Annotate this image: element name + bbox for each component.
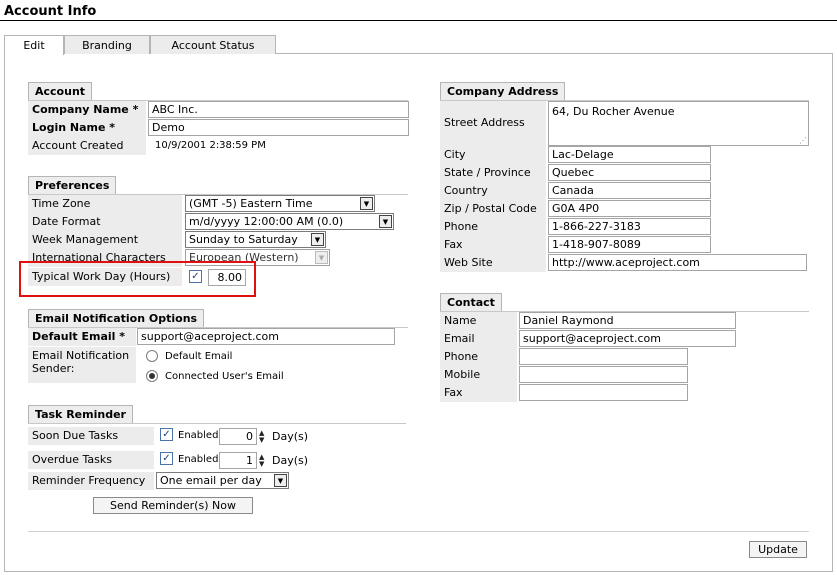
login-name-input[interactable]: Demo bbox=[148, 119, 409, 136]
contact-name-input[interactable]: Daniel Raymond bbox=[519, 312, 736, 329]
date-format-label: Date Format bbox=[28, 213, 182, 231]
overdue-checkbox[interactable]: ✓ bbox=[160, 452, 173, 465]
state-input[interactable]: Quebec bbox=[548, 164, 711, 181]
title-divider bbox=[0, 20, 837, 21]
spinner-icon[interactable]: ▲ ▼ bbox=[259, 454, 267, 468]
soon-due-label: Soon Due Tasks bbox=[28, 427, 154, 445]
soon-due-checkbox[interactable]: ✓ bbox=[160, 428, 173, 441]
contact-section-header: Contact bbox=[440, 293, 502, 311]
time-zone-select[interactable]: (GMT -5) Eastern Time ▼ bbox=[185, 195, 375, 212]
date-format-value: m/d/yyyy 12:00:00 AM (0.0) bbox=[189, 215, 344, 228]
overdue-enabled-label: Enabled bbox=[178, 454, 219, 465]
overdue-label: Overdue Tasks bbox=[28, 451, 154, 469]
spinner-icon[interactable]: ▲ ▼ bbox=[259, 430, 267, 444]
overdue-unit: Day(s) bbox=[272, 454, 309, 467]
resize-grip-icon[interactable]: ⋰ bbox=[799, 136, 807, 145]
default-email-label: Default Email * bbox=[28, 328, 136, 346]
contact-mobile-input[interactable] bbox=[519, 366, 688, 383]
tab-branding[interactable]: Branding bbox=[64, 35, 150, 54]
account-created-value: 10/9/2001 2:38:59 PM bbox=[155, 140, 266, 151]
send-reminders-button[interactable]: Send Reminder(s) Now bbox=[93, 497, 253, 514]
city-label: City bbox=[440, 146, 546, 164]
contact-email-label: Email bbox=[440, 330, 517, 348]
week-management-label: Week Management bbox=[28, 231, 182, 249]
fax-label: Fax bbox=[440, 236, 546, 254]
city-input[interactable]: Lac-Delage bbox=[548, 146, 711, 163]
highlight-box bbox=[19, 261, 256, 297]
default-email-input[interactable]: support@aceproject.com bbox=[137, 328, 395, 345]
state-label: State / Province bbox=[440, 164, 546, 182]
time-zone-label: Time Zone bbox=[28, 195, 182, 213]
contact-phone-input[interactable] bbox=[519, 348, 688, 365]
reminder-frequency-label: Reminder Frequency bbox=[28, 472, 154, 490]
contact-name-label: Name bbox=[440, 312, 517, 330]
street-address-label: Street Address bbox=[440, 101, 546, 146]
account-created-label: Account Created bbox=[28, 137, 146, 155]
chevron-down-icon: ▼ bbox=[315, 251, 328, 264]
preferences-section-header: Preferences bbox=[28, 176, 117, 194]
week-management-select[interactable]: Sunday to Saturday ▼ bbox=[185, 231, 326, 248]
contact-mobile-label: Mobile bbox=[440, 366, 517, 384]
time-zone-value: (GMT -5) Eastern Time bbox=[189, 197, 313, 210]
page-title: Account Info bbox=[4, 4, 97, 19]
soon-due-enabled-label: Enabled bbox=[178, 430, 219, 441]
web-site-label: Web Site bbox=[440, 254, 546, 272]
company-name-input[interactable]: ABC Inc. bbox=[148, 101, 409, 118]
tab-account-status[interactable]: Account Status bbox=[150, 35, 276, 54]
sender-label: Email Notification Sender: bbox=[28, 347, 136, 383]
sender-connected-label: Connected User's Email bbox=[165, 371, 284, 382]
sender-default-label: Default Email bbox=[165, 351, 233, 362]
soon-due-days-input[interactable]: 0 bbox=[219, 428, 257, 445]
web-site-input[interactable]: http://www.aceproject.com bbox=[548, 254, 807, 271]
fax-input[interactable]: 1-418-907-8089 bbox=[548, 236, 711, 253]
footer-divider bbox=[28, 531, 809, 532]
chevron-down-icon[interactable]: ▼ bbox=[311, 233, 324, 246]
country-input[interactable]: Canada bbox=[548, 182, 711, 199]
contact-fax-input[interactable] bbox=[519, 384, 688, 401]
week-management-value: Sunday to Saturday bbox=[189, 233, 298, 246]
sender-default-radio[interactable] bbox=[146, 350, 158, 362]
soon-due-unit: Day(s) bbox=[272, 430, 309, 443]
address-section-header: Company Address bbox=[440, 82, 566, 100]
chevron-down-icon[interactable]: ▼ bbox=[274, 474, 287, 487]
chevron-down-icon[interactable]: ▼ bbox=[379, 215, 392, 228]
country-label: Country bbox=[440, 182, 546, 200]
zip-input[interactable]: G0A 4P0 bbox=[548, 200, 711, 217]
chevron-down-icon[interactable]: ▼ bbox=[360, 197, 373, 210]
street-address-textarea[interactable]: 64, Du Rocher Avenue ⋰ bbox=[548, 101, 809, 146]
contact-phone-label: Phone bbox=[440, 348, 517, 366]
overdue-days-input[interactable]: 1 bbox=[219, 452, 257, 469]
email-section-header: Email Notification Options bbox=[28, 309, 205, 327]
company-name-label: Company Name * bbox=[28, 101, 146, 119]
account-section-header: Account bbox=[28, 82, 93, 100]
reminder-frequency-value: One email per day bbox=[160, 474, 262, 487]
contact-email-input[interactable]: support@aceproject.com bbox=[519, 330, 736, 347]
contact-fax-label: Fax bbox=[440, 384, 517, 402]
date-format-select[interactable]: m/d/yyyy 12:00:00 AM (0.0) ▼ bbox=[185, 213, 394, 230]
reminder-section-header: Task Reminder bbox=[28, 405, 133, 423]
tab-edit[interactable]: Edit bbox=[4, 35, 64, 55]
sender-label-line-2: Sender: bbox=[32, 362, 75, 375]
phone-input[interactable]: 1-866-227-3183 bbox=[548, 218, 711, 235]
update-button[interactable]: Update bbox=[749, 541, 807, 558]
phone-label: Phone bbox=[440, 218, 546, 236]
sender-connected-radio[interactable] bbox=[146, 370, 158, 382]
reminder-divider bbox=[28, 423, 406, 424]
zip-label: Zip / Postal Code bbox=[440, 200, 546, 218]
login-name-label: Login Name * bbox=[28, 119, 146, 137]
sender-label-line-1: Email Notification bbox=[32, 349, 130, 362]
reminder-frequency-select[interactable]: One email per day ▼ bbox=[156, 472, 289, 489]
street-address-value: 64, Du Rocher Avenue bbox=[552, 105, 675, 118]
